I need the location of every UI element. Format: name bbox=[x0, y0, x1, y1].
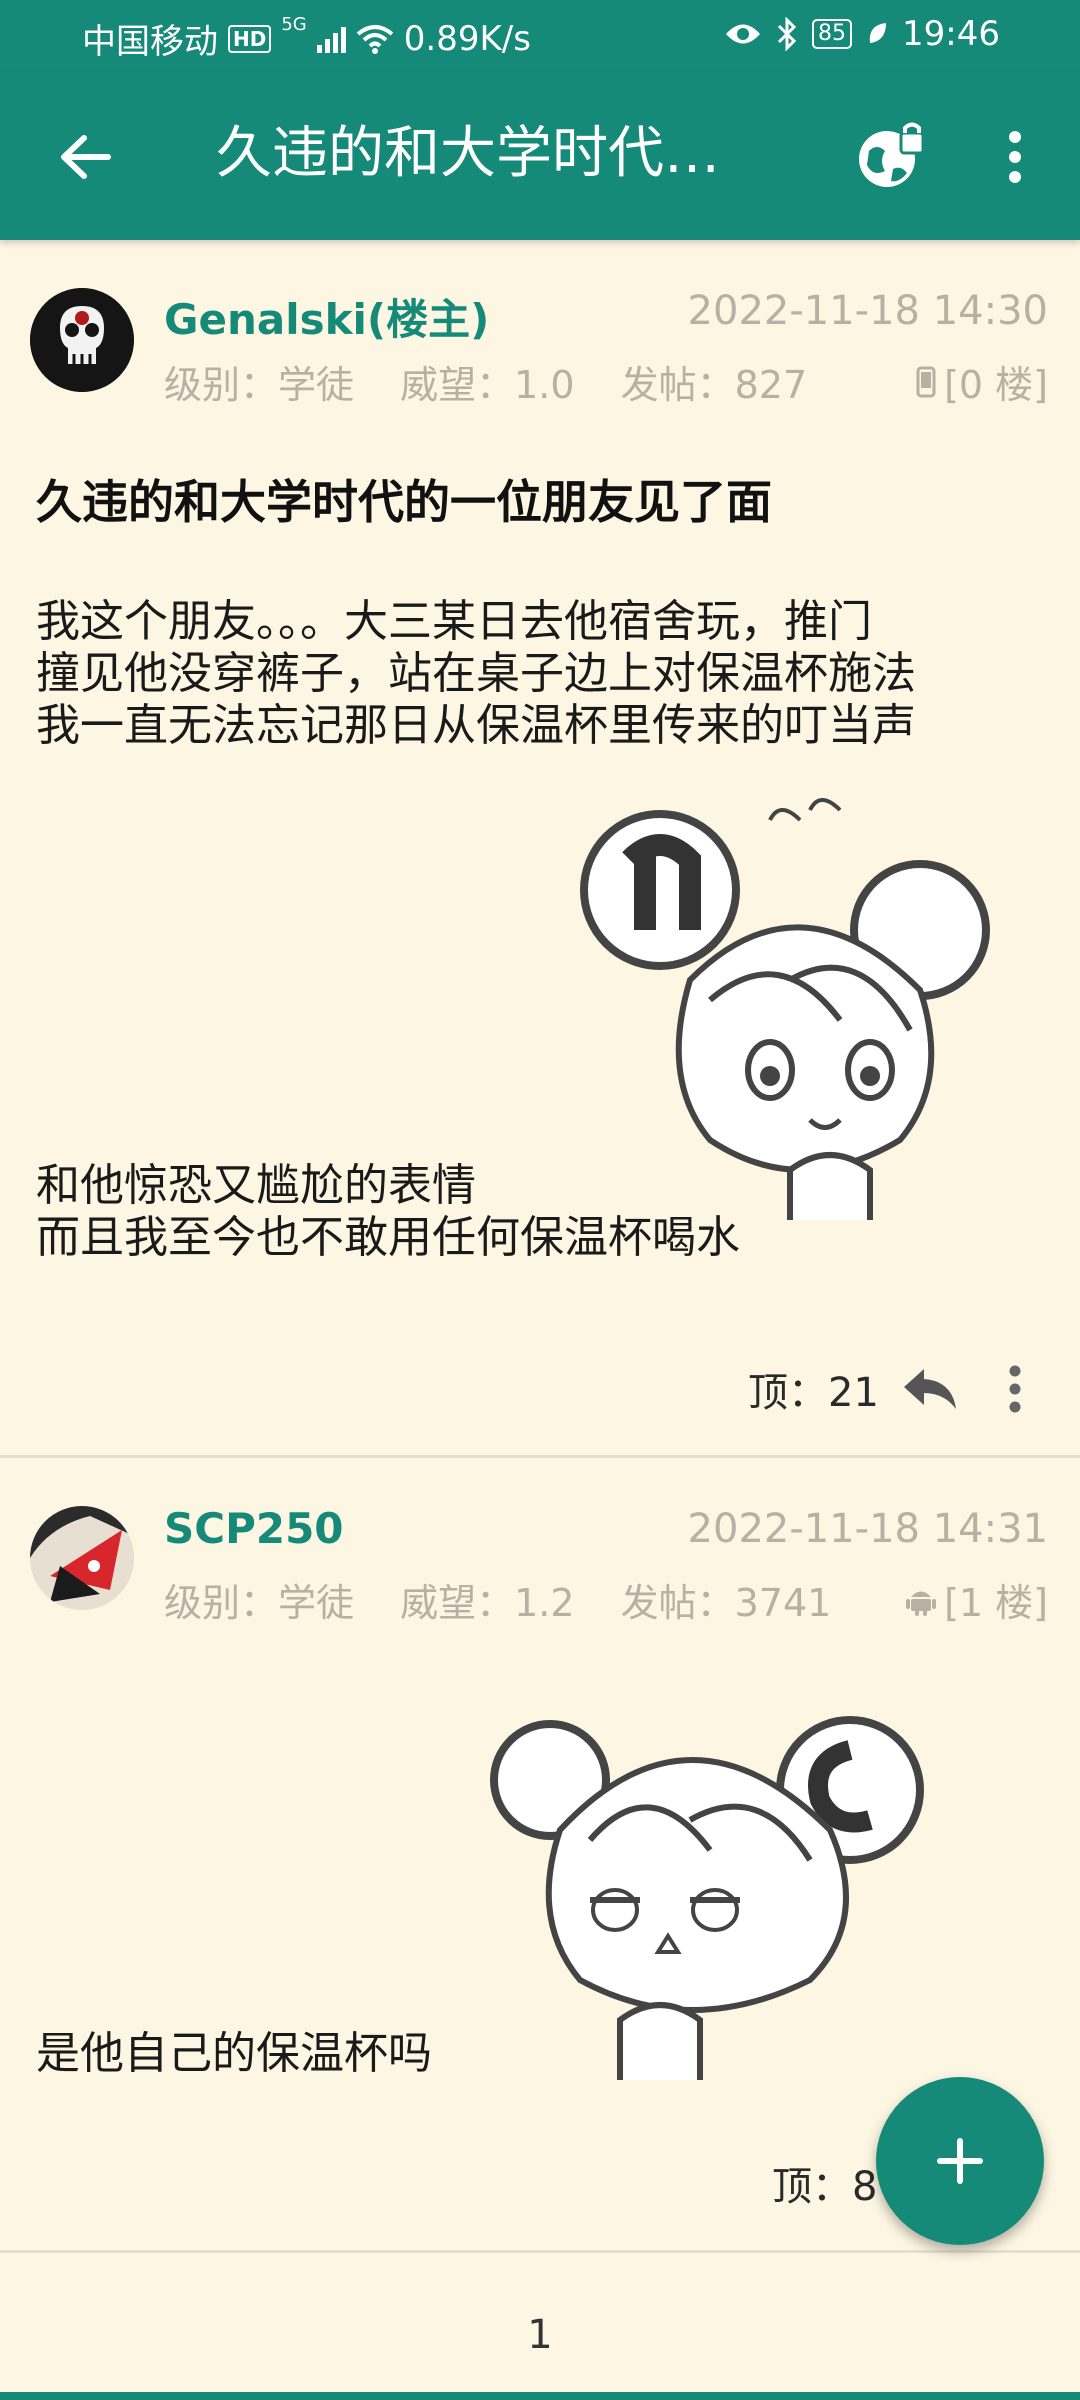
post-body: 是他自己的保温杯吗 bbox=[36, 2028, 1046, 2080]
plus-icon bbox=[937, 2138, 983, 2184]
more-vertical-icon bbox=[1009, 1365, 1021, 1413]
author-meta: 级别：学徒 威望：1.0 发帖：827 bbox=[164, 354, 841, 409]
more-vertical-icon bbox=[1009, 131, 1021, 183]
phone-icon bbox=[916, 366, 936, 397]
avatar[interactable] bbox=[30, 1506, 134, 1610]
status-bar-right: 85 19:46 bbox=[724, 14, 1000, 54]
page-title: 久违的和大学时代… bbox=[216, 121, 720, 186]
eye-icon bbox=[726, 24, 761, 44]
upvote-count[interactable]: 顶：8 bbox=[772, 2154, 877, 2212]
post-title: 久违的和大学时代的一位朋友见了面 bbox=[36, 475, 772, 529]
bluetooth-icon bbox=[777, 17, 797, 51]
back-button[interactable] bbox=[40, 112, 130, 202]
carrier-name: 中国移动 bbox=[82, 22, 218, 62]
author-post-count: 发帖：827 bbox=[620, 363, 808, 407]
post-body-line: 而且我至今也不敢用任何保温杯喝水 bbox=[36, 1212, 740, 1263]
new-reply-button[interactable] bbox=[876, 2077, 1044, 2245]
battery-icon: 85 bbox=[812, 19, 853, 49]
anime-girl-sticker bbox=[490, 1716, 924, 2080]
post-divider bbox=[0, 2250, 1080, 2253]
post-timestamp: 2022-11-18 14:30 bbox=[687, 288, 1048, 334]
upvote-count[interactable]: 顶：21 bbox=[748, 1360, 879, 1418]
floor-number: [1 楼] bbox=[906, 1572, 1048, 1627]
globe-lock-icon bbox=[859, 122, 925, 187]
post-body-line: 我这个朋友。。。大三某日去他宿舍玩，推门 bbox=[36, 596, 872, 647]
overflow-menu-button[interactable] bbox=[972, 112, 1058, 202]
post-author[interactable]: Genalski(楼主) bbox=[164, 286, 489, 347]
post-author[interactable]: SCP250 bbox=[164, 1504, 344, 1553]
status-bar: 中国移动 HD 5G 0.89K/s 85 19:46 bbox=[0, 0, 1080, 72]
bottom-accent-bar bbox=[0, 2392, 1080, 2400]
status-bar-left: 中国移动 HD 5G 0.89K/s bbox=[82, 14, 531, 63]
author-prestige: 威望：1.2 bbox=[400, 1581, 575, 1625]
floor-label: [0 楼] bbox=[944, 363, 1048, 407]
skull-avatar-icon bbox=[30, 288, 134, 392]
open-in-browser-button[interactable] bbox=[846, 112, 936, 202]
floor-label: [1 楼] bbox=[944, 1581, 1048, 1625]
wifi-icon bbox=[356, 24, 394, 54]
post-body-line: 是他自己的保温杯吗 bbox=[36, 2028, 432, 2079]
signal-icon bbox=[316, 25, 346, 53]
anime-girl-sticker bbox=[580, 798, 990, 1220]
floor-number: [0 楼] bbox=[916, 354, 1048, 409]
abstract-avatar-icon bbox=[30, 1506, 134, 1610]
reply-button[interactable] bbox=[894, 1354, 964, 1424]
post-body-line: 我一直无法忘记那日从保温杯里传来的叮当声 bbox=[36, 700, 916, 751]
post-item: Genalski(楼主) 2022-11-18 14:30 级别：学徒 威望：1… bbox=[0, 240, 1080, 1455]
app-bar: 久违的和大学时代… bbox=[0, 72, 1080, 240]
post-timestamp: 2022-11-18 14:31 bbox=[687, 1506, 1048, 1552]
post-body-continued: 和他惊恐又尴尬的表情 而且我至今也不敢用任何保温杯喝水 bbox=[36, 1160, 1046, 1264]
post-body-line: 和他惊恐又尴尬的表情 bbox=[36, 1160, 476, 1211]
author-prestige: 威望：1.0 bbox=[400, 363, 575, 407]
post-more-button[interactable] bbox=[990, 1354, 1040, 1424]
author-level: 级别：学徒 bbox=[164, 1581, 355, 1625]
leaf-icon bbox=[869, 23, 887, 43]
author-level: 级别：学徒 bbox=[164, 363, 355, 407]
post-body-line: 撞见他没穿裤子，站在桌子边上对保温杯施法 bbox=[36, 648, 916, 699]
reply-icon bbox=[904, 1369, 956, 1409]
android-icon bbox=[906, 1591, 937, 1616]
page-number[interactable]: 1 bbox=[0, 2312, 1080, 2358]
post-body: 我这个朋友。。。大三某日去他宿舍玩，推门 撞见他没穿裤子，站在桌子边上对保温杯施… bbox=[36, 596, 1046, 752]
network-badge: 5G bbox=[281, 14, 307, 35]
avatar[interactable] bbox=[30, 288, 134, 392]
hd-badge: HD bbox=[228, 24, 272, 53]
clock: 19:46 bbox=[902, 14, 1000, 54]
arrow-left-icon bbox=[61, 135, 111, 179]
author-post-count: 发帖：3741 bbox=[620, 1581, 832, 1625]
network-speed: 0.89K/s bbox=[403, 18, 531, 59]
author-meta: 级别：学徒 威望：1.2 发帖：3741 bbox=[164, 1572, 865, 1627]
